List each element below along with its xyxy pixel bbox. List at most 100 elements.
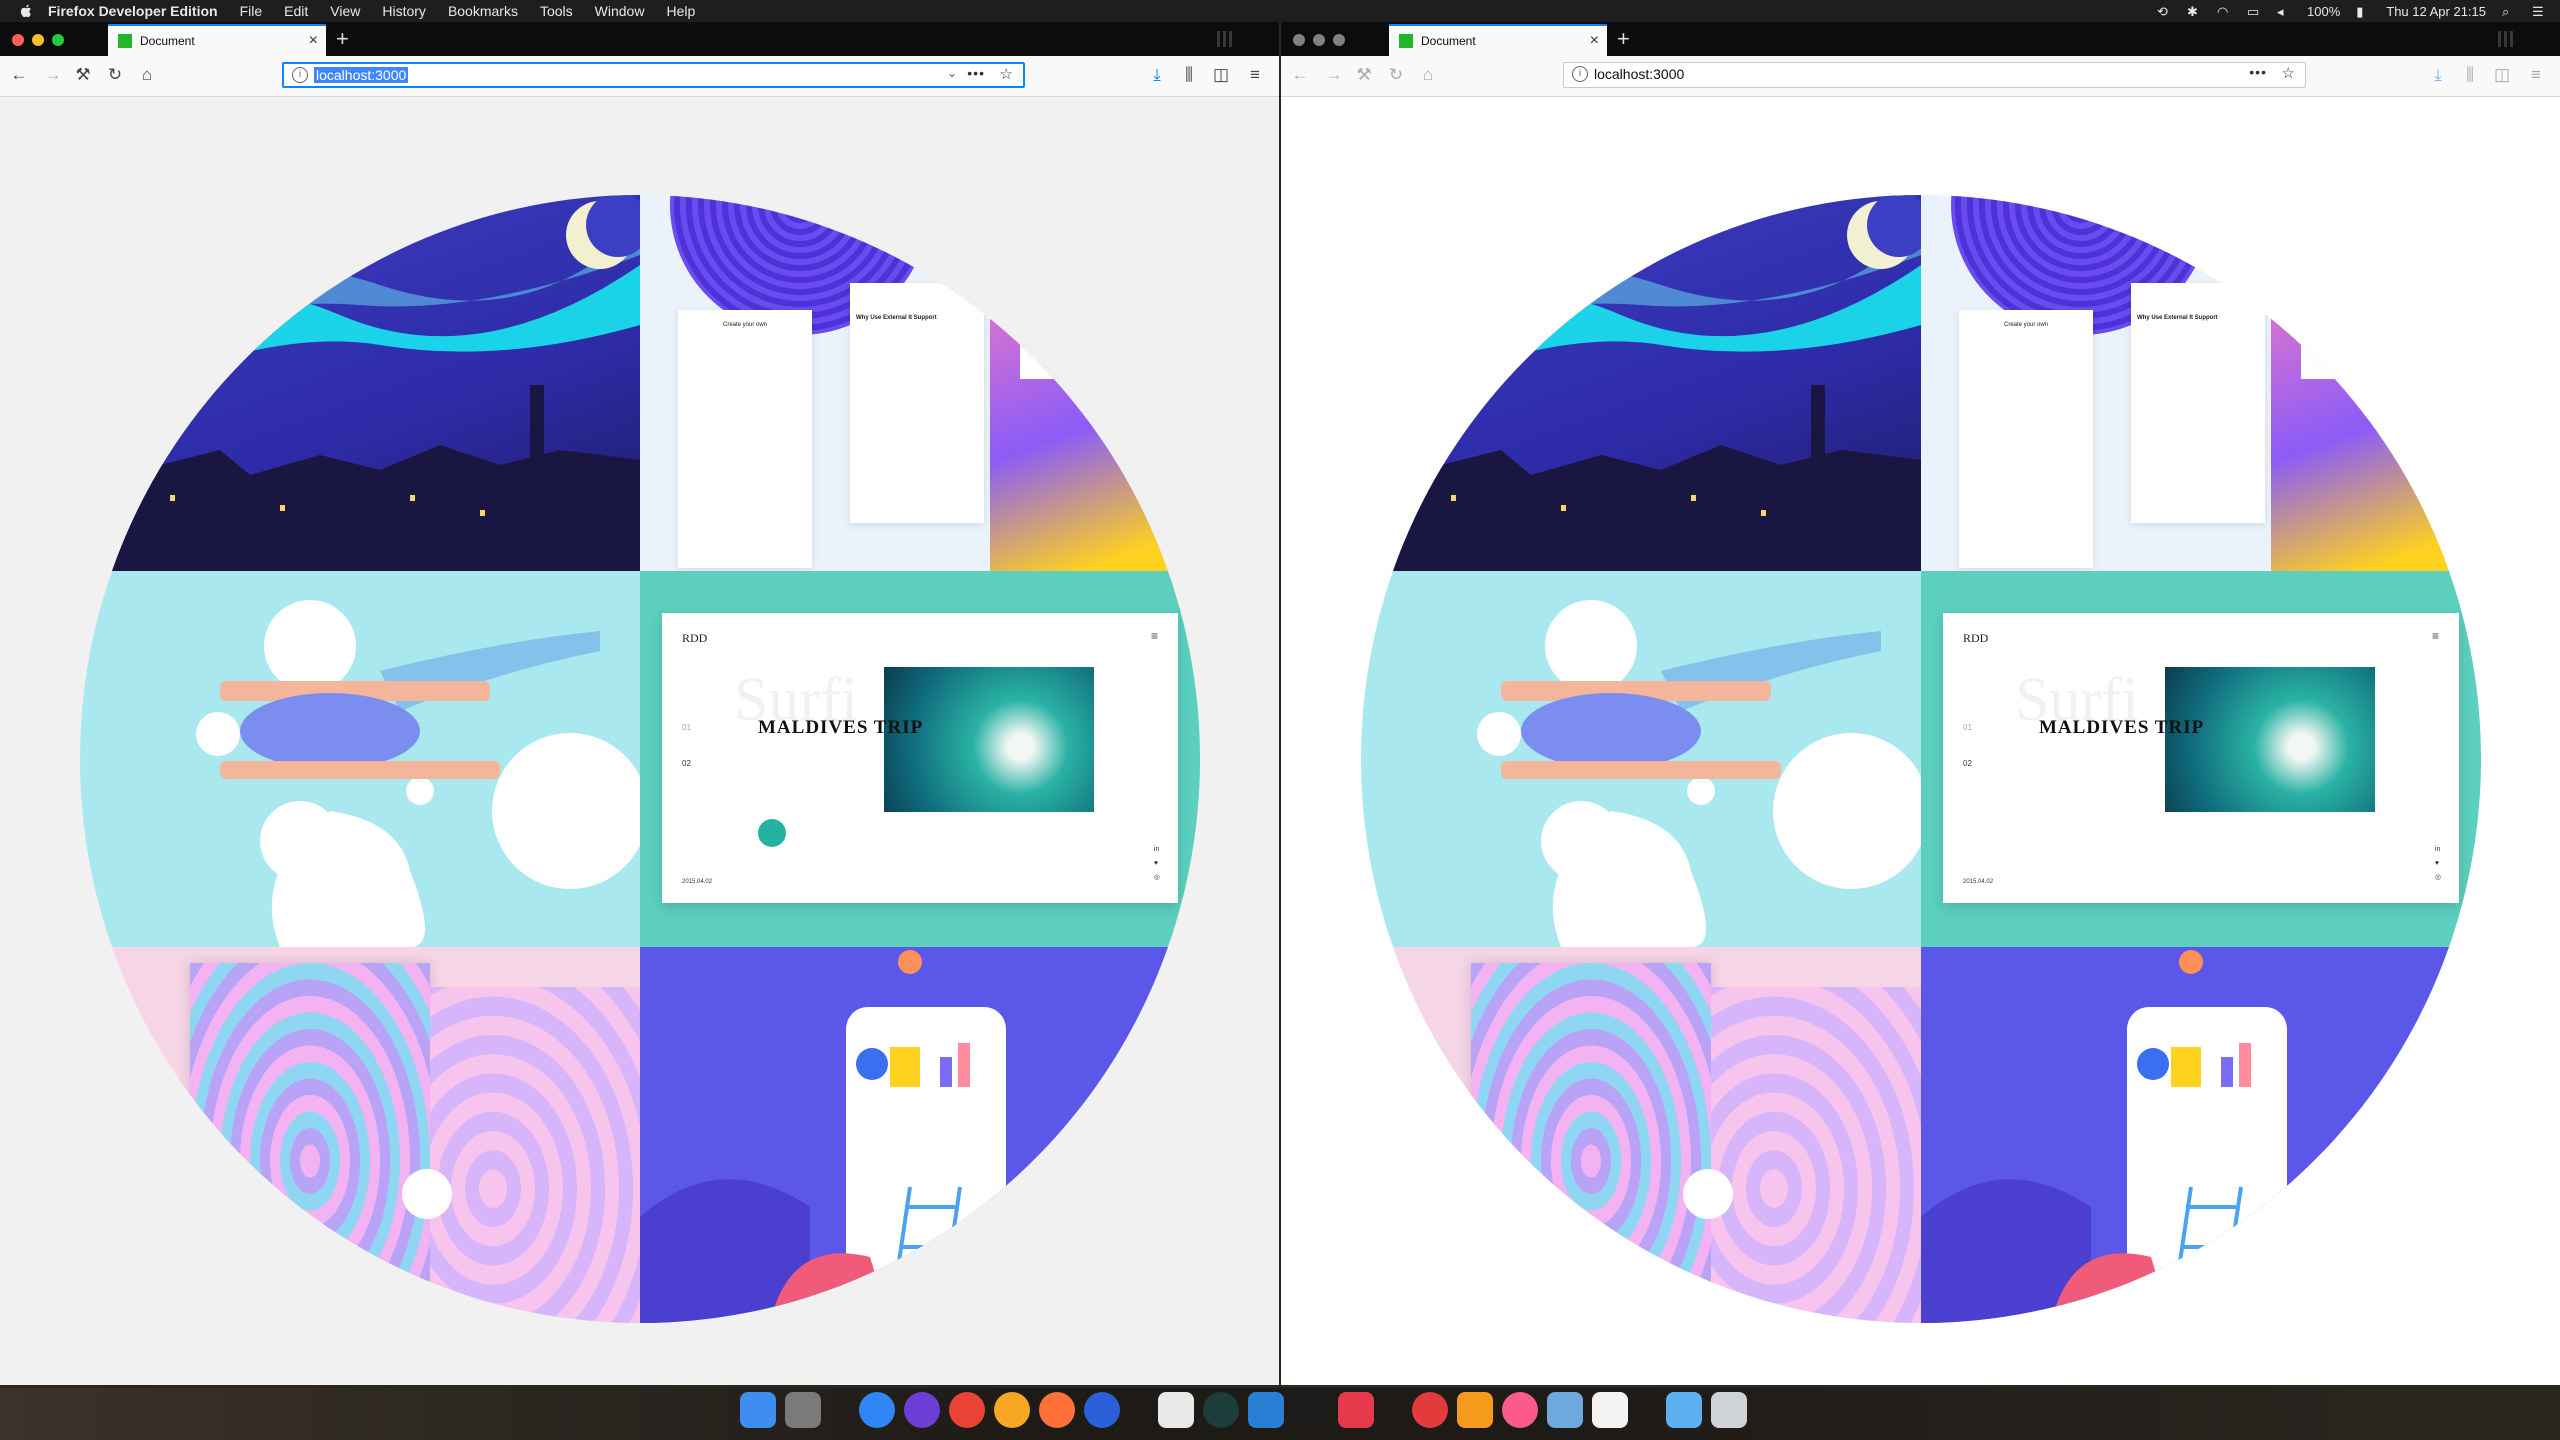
- sourcetree-icon[interactable]: [1158, 1392, 1194, 1428]
- zoom-window-button[interactable]: [52, 34, 64, 46]
- forward-icon[interactable]: →: [1323, 65, 1345, 85]
- tab-strip: Document × +: [1281, 22, 2560, 56]
- tile-night-lighthouse: [1361, 195, 1921, 571]
- time-machine-icon[interactable]: ⟲: [2157, 4, 2171, 19]
- terminal-icon[interactable]: [1293, 1392, 1329, 1428]
- menu-view[interactable]: View: [330, 3, 360, 19]
- chrome-icon[interactable]: [949, 1392, 985, 1428]
- battery-percent[interactable]: 100%: [2307, 4, 2340, 19]
- chrome-canary-icon[interactable]: [994, 1392, 1030, 1428]
- apple-icon[interactable]: [18, 3, 34, 19]
- surf-photo: [884, 667, 1094, 812]
- tab-document[interactable]: Document ×: [108, 24, 326, 56]
- bluetooth-icon[interactable]: ✱: [2187, 4, 2201, 19]
- back-icon[interactable]: ←: [8, 65, 30, 85]
- bookmark-star-icon[interactable]: ☆: [1000, 65, 1013, 83]
- site-info-icon[interactable]: i: [1572, 66, 1588, 82]
- url-bar[interactable]: i localhost:3000 ⌄ ••• ☆: [282, 62, 1025, 88]
- slides-icon[interactable]: [1338, 1392, 1374, 1428]
- close-window-button[interactable]: [1293, 34, 1305, 46]
- tools-wrench-icon[interactable]: ⚒: [1353, 65, 1375, 85]
- safari-preview-icon[interactable]: [904, 1392, 940, 1428]
- surf-menu-icon: ≡: [2431, 629, 2439, 643]
- firefox-developer-icon[interactable]: [1084, 1392, 1120, 1428]
- close-window-button[interactable]: [12, 34, 24, 46]
- url-text[interactable]: localhost:3000: [314, 67, 409, 83]
- tile-surf-landing: RDD ≡ Surfi 01 02 MALDIVES TRIP in ♥ ◎ 201…: [1921, 571, 2481, 947]
- tab-title: Document: [140, 34, 195, 48]
- wifi-icon[interactable]: ◠: [2217, 4, 2231, 19]
- tab-title: Document: [1421, 34, 1476, 48]
- reload-icon[interactable]: ↻: [1385, 65, 1407, 85]
- back-icon[interactable]: ←: [1289, 65, 1311, 85]
- library-icon[interactable]: ⫼: [1178, 65, 1200, 85]
- menu-window[interactable]: Window: [595, 3, 645, 19]
- spotlight-icon[interactable]: ⌕: [2502, 4, 2516, 19]
- surf-social-icons: in ♥ ◎: [1153, 846, 1160, 881]
- downloads-icon[interactable]: ⤓: [2427, 65, 2449, 85]
- vscode-icon[interactable]: [1248, 1392, 1284, 1428]
- zoom-window-button[interactable]: [1333, 34, 1345, 46]
- new-tab-button[interactable]: +: [1617, 26, 1630, 52]
- notification-center-icon[interactable]: ☰: [2532, 4, 2546, 19]
- site-info-icon[interactable]: i: [292, 67, 308, 83]
- close-tab-icon[interactable]: ×: [309, 32, 318, 50]
- close-tab-icon[interactable]: ×: [1590, 32, 1599, 50]
- menu-bookmarks[interactable]: Bookmarks: [448, 3, 518, 19]
- gitkraken-icon[interactable]: [1203, 1392, 1239, 1428]
- sketch-icon[interactable]: [1592, 1392, 1628, 1428]
- menu-history[interactable]: History: [382, 3, 426, 19]
- app-name-menu[interactable]: Firefox Developer Edition: [48, 3, 218, 19]
- new-tab-button[interactable]: +: [336, 26, 349, 52]
- home-icon[interactable]: ⌂: [136, 65, 158, 85]
- library-icon[interactable]: ⫼: [2459, 65, 2481, 85]
- page-actions-icon[interactable]: •••: [967, 65, 985, 81]
- tools-wrench-icon[interactable]: ⚒: [72, 65, 94, 85]
- home-icon[interactable]: ⌂: [1417, 65, 1439, 85]
- url-text[interactable]: localhost:3000: [1594, 66, 1684, 82]
- downloads-icon[interactable]: ⤓: [1146, 65, 1168, 85]
- surf-title: MALDIVES TRIP: [2039, 717, 2205, 738]
- menu-tools[interactable]: Tools: [540, 3, 573, 19]
- menu-file[interactable]: File: [240, 3, 263, 19]
- sidebar-icon[interactable]: ◫: [1210, 65, 1232, 85]
- url-dropdown-icon[interactable]: ⌄: [947, 66, 957, 80]
- overflow-grid-icon[interactable]: [1217, 31, 1233, 47]
- surf-photo: [2165, 667, 2375, 812]
- books-icon[interactable]: [1457, 1392, 1493, 1428]
- trash-icon[interactable]: [1711, 1392, 1747, 1428]
- mock-header: Create your own: [722, 322, 768, 328]
- mock-header: Create your own: [2003, 322, 2049, 328]
- firefox-icon[interactable]: [1039, 1392, 1075, 1428]
- hamburger-menu-icon[interactable]: ≡: [2525, 65, 2547, 85]
- safari-icon[interactable]: [859, 1392, 895, 1428]
- finder-icon[interactable]: [740, 1392, 776, 1428]
- volume-icon[interactable]: ◂: [2277, 4, 2291, 19]
- nav-toolbar: ← → ⚒ ↻ ⌂ i localhost:3000 ⌄ ••• ☆ ⤓ ⫼ ◫…: [0, 56, 1279, 97]
- overflow-grid-icon[interactable]: [2498, 31, 2514, 47]
- bookmark-star-icon[interactable]: ☆: [2282, 64, 2295, 82]
- sidebar-icon[interactable]: ◫: [2491, 65, 2513, 85]
- system-preferences-icon[interactable]: [785, 1392, 821, 1428]
- minimize-window-button[interactable]: [1313, 34, 1325, 46]
- itunes-icon[interactable]: [1502, 1392, 1538, 1428]
- preview-icon[interactable]: [1547, 1392, 1583, 1428]
- menubar-clock[interactable]: Thu 12 Apr 21:15: [2386, 4, 2486, 19]
- display-icon[interactable]: ▭: [2247, 4, 2261, 19]
- surf-index-01: 01: [1963, 723, 1972, 732]
- surf-date: 2015.04.02: [682, 879, 713, 885]
- page-actions-icon[interactable]: •••: [2249, 64, 2267, 80]
- minimize-window-button[interactable]: [32, 34, 44, 46]
- tile-fluid-poster: [80, 947, 640, 1323]
- lastpass-icon[interactable]: [1412, 1392, 1448, 1428]
- reload-icon[interactable]: ↻: [104, 65, 126, 85]
- menu-help[interactable]: Help: [666, 3, 695, 19]
- forward-icon[interactable]: →: [42, 65, 64, 85]
- hamburger-menu-icon[interactable]: ≡: [1244, 65, 1266, 85]
- dock-spacer: [830, 1392, 850, 1428]
- url-bar[interactable]: i localhost:3000 ••• ☆: [1563, 62, 2306, 88]
- tile-app-mockup: Create your own Why Use External It Supp…: [640, 195, 1200, 571]
- tab-document[interactable]: Document ×: [1389, 24, 1607, 56]
- menu-edit[interactable]: Edit: [284, 3, 308, 19]
- downloads-folder-icon[interactable]: [1666, 1392, 1702, 1428]
